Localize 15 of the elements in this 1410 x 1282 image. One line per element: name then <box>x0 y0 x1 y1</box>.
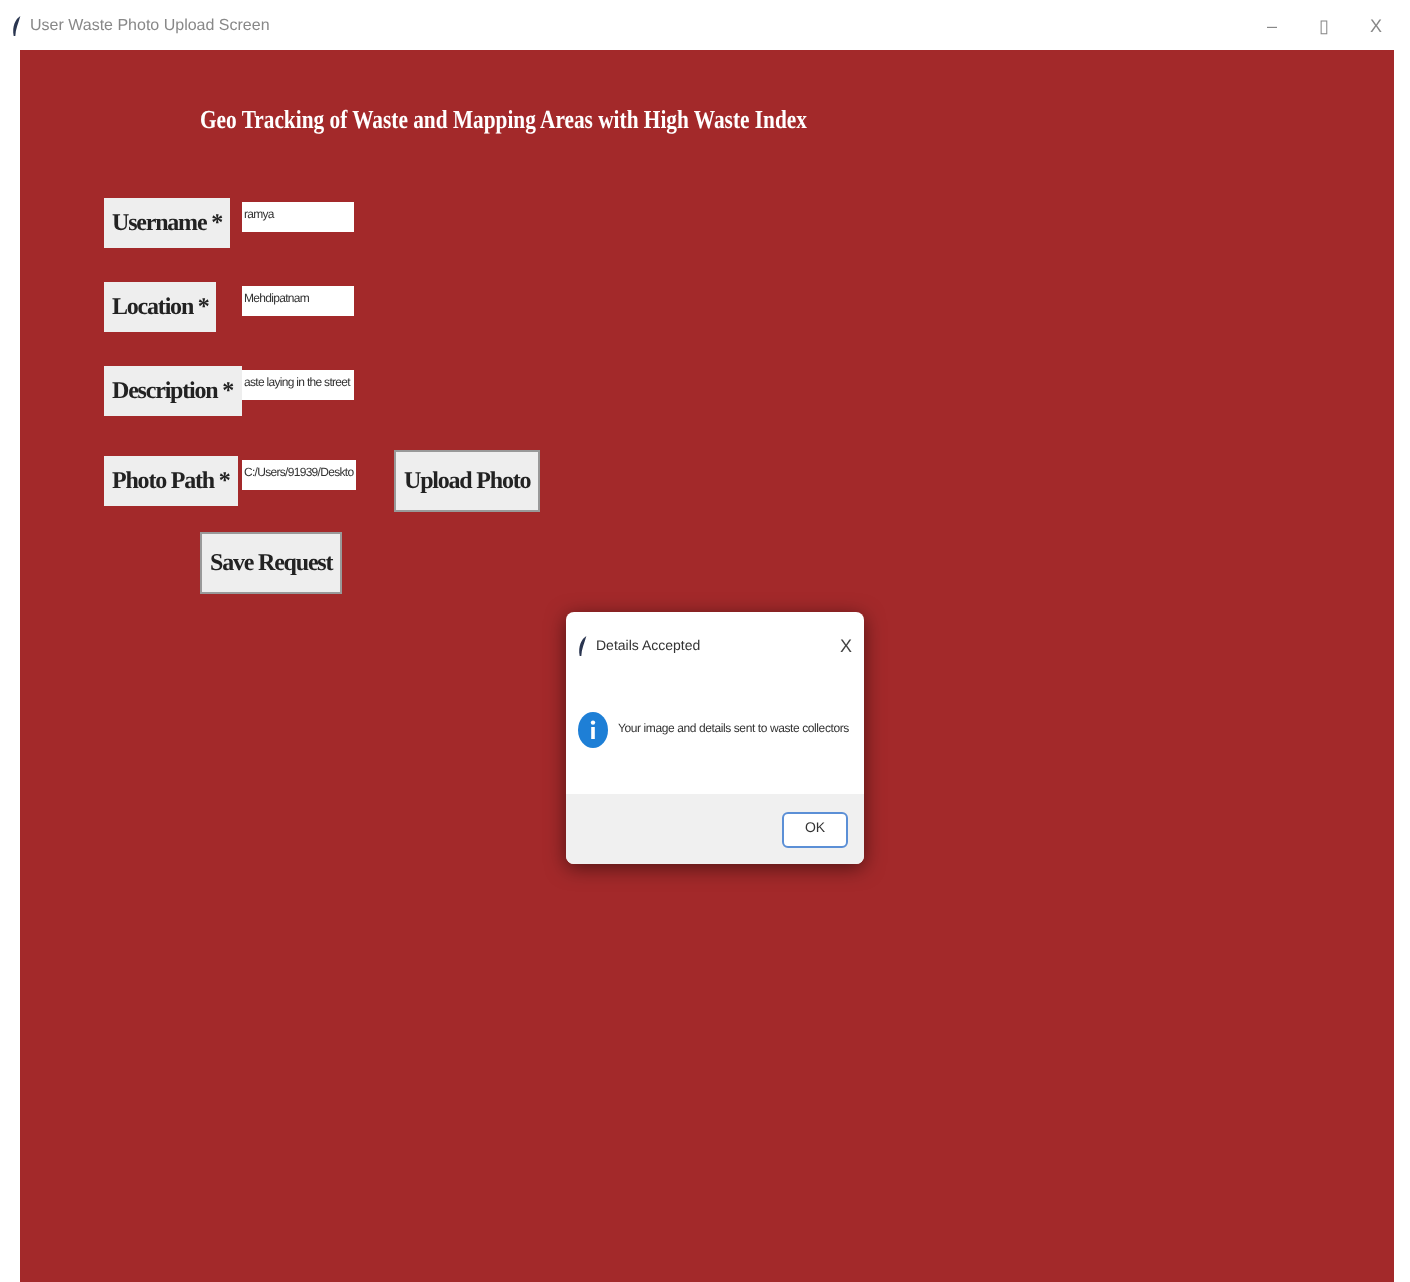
window-control[interactable]: X <box>1354 15 1398 35</box>
save-request-button[interactable]: Save Request <box>200 532 343 594</box>
upload-photo-button[interactable]: Upload Photo <box>394 450 541 512</box>
field-label: Photo Path * <box>104 456 238 506</box>
window-control[interactable]: ▯ <box>1302 15 1346 35</box>
field-label: Username * <box>104 198 230 248</box>
field-label: Description * <box>104 366 242 416</box>
page-heading: Geo Tracking of Waste and Mapping Areas with High Waste Index <box>200 104 807 136</box>
field-label: Location * <box>104 282 217 332</box>
feather-icon <box>12 15 22 35</box>
feather-icon <box>578 636 588 656</box>
info-icon <box>578 711 608 747</box>
window-control[interactable]: – <box>1250 15 1294 35</box>
close-button[interactable]: X <box>839 636 852 656</box>
window-title: User Waste Photo Upload Screen <box>30 16 272 34</box>
